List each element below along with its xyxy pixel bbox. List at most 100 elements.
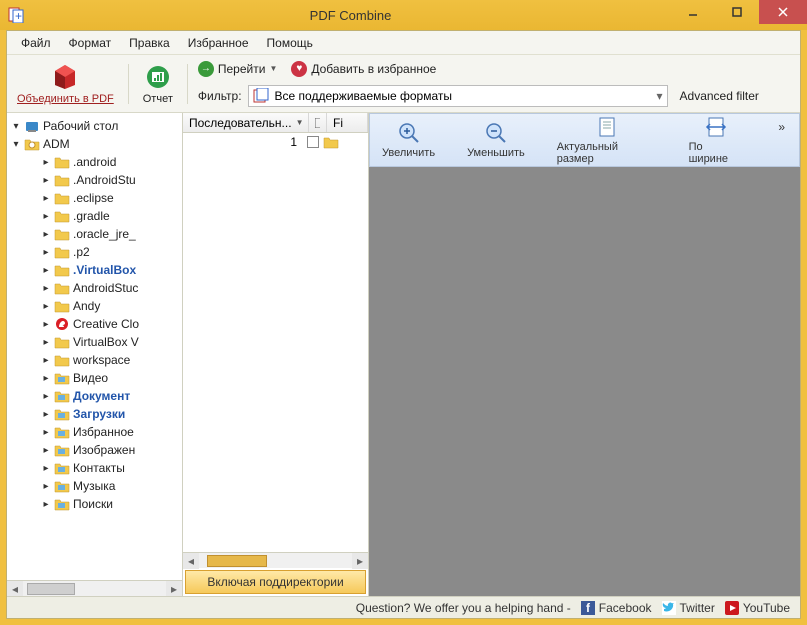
menu-format[interactable]: Формат (61, 33, 120, 53)
tree-item[interactable]: ▸.oracle_jre_ (7, 225, 182, 243)
zoom-out-button[interactable]: Уменьшить (461, 119, 531, 161)
row-checkbox[interactable] (307, 136, 319, 148)
expand-icon[interactable]: ▸ (41, 157, 51, 168)
tree-item-label: .android (73, 155, 116, 169)
tree-item[interactable]: ▸Загрузки (7, 405, 182, 423)
scroll-right-icon[interactable]: ▸ (352, 553, 368, 569)
tree-item[interactable]: ▸.gradle (7, 207, 182, 225)
expand-icon[interactable]: ▸ (41, 481, 51, 492)
facebook-link[interactable]: fFacebook (581, 601, 652, 615)
fit-width-icon (704, 115, 728, 139)
tree-item[interactable]: ▸Изображен (7, 441, 182, 459)
tree-item[interactable]: ▸ .android (7, 153, 182, 171)
status-question: Question? We offer you a helping hand - (356, 601, 571, 615)
twitter-link[interactable]: Twitter (662, 601, 715, 615)
expand-icon[interactable]: ▸ (41, 193, 51, 204)
menu-favorites[interactable]: Избранное (180, 33, 257, 53)
menu-edit[interactable]: Правка (121, 33, 178, 53)
fit-width-button[interactable]: По ширине (683, 113, 751, 167)
folder-icon (54, 155, 70, 169)
expand-icon[interactable]: ▾ (11, 139, 21, 150)
tree-h-scrollbar[interactable]: ◂ ▸ (7, 580, 182, 596)
advanced-filter-link[interactable]: Advanced filter (680, 89, 759, 103)
expand-icon[interactable]: ▸ (41, 265, 51, 276)
expand-icon[interactable]: ▸ (41, 355, 51, 366)
tree-item[interactable]: ▾Рабочий стол (7, 117, 182, 135)
tree-item[interactable]: ▸Поиски (7, 495, 182, 513)
folder-tree[interactable]: ▾Рабочий стол▾ADM▸.android▸.AndroidStu▸.… (7, 113, 182, 580)
col-fi[interactable]: Fi (327, 113, 368, 132)
tree-item[interactable]: ▸Документ (7, 387, 182, 405)
window-title: PDF Combine (30, 8, 671, 23)
folder-icon (54, 245, 70, 259)
folder-icon (54, 227, 70, 241)
list-h-scrollbar[interactable]: ◂ ▸ (183, 552, 368, 568)
scroll-thumb[interactable] (27, 583, 75, 595)
tree-item[interactable]: ▸Избранное (7, 423, 182, 441)
expand-icon[interactable]: ▾ (11, 121, 21, 132)
scroll-thumb[interactable] (207, 555, 267, 567)
tree-item[interactable]: ▸Видео (7, 369, 182, 387)
folder-icon (24, 137, 40, 151)
expand-icon[interactable]: ▸ (41, 391, 51, 402)
menu-file[interactable]: Файл (13, 33, 59, 53)
list-body[interactable]: 1 (183, 133, 368, 552)
expand-icon[interactable]: ▸ (41, 373, 51, 384)
expand-icon[interactable]: ▸ (41, 211, 51, 222)
filter-select[interactable]: Все поддерживаемые форматы ▾ (248, 85, 668, 107)
expand-icon[interactable]: ▸ (41, 445, 51, 456)
maximize-button[interactable] (715, 0, 759, 24)
menu-help[interactable]: Помощь (259, 33, 321, 53)
expand-icon[interactable]: ▸ (41, 229, 51, 240)
separator (128, 64, 129, 104)
tree-item[interactable]: ▸.AndroidStu (7, 171, 182, 189)
col-sequence[interactable]: Последовательн...▼ (183, 113, 309, 132)
expand-icon[interactable]: ▸ (41, 427, 51, 438)
expand-icon[interactable]: ▸ (41, 175, 51, 186)
zoom-in-button[interactable]: Увеличить (376, 119, 441, 161)
folder-icon (54, 389, 70, 403)
more-tools-button[interactable]: » (770, 120, 793, 134)
youtube-link[interactable]: YouTube (725, 601, 790, 615)
expand-icon[interactable]: ▸ (41, 499, 51, 510)
tree-item[interactable]: ▸ AndroidStuc (7, 279, 182, 297)
combine-pdf-button[interactable]: Объединить в PDF (13, 61, 118, 107)
tree-item[interactable]: ▸VirtualBox V (7, 333, 182, 351)
tree-item[interactable]: ▸Музыка (7, 477, 182, 495)
include-subdirs-button[interactable]: Включая поддиректории (185, 570, 366, 594)
go-button[interactable]: → Перейти ▼ (198, 61, 277, 77)
actual-size-button[interactable]: Актуальный размер (551, 113, 663, 167)
expand-icon[interactable]: ▸ (41, 319, 51, 330)
tree-item-label: Creative Clo (73, 317, 139, 331)
expand-icon[interactable]: ▸ (41, 247, 51, 258)
list-header[interactable]: Последовательн...▼ Fi (183, 113, 368, 133)
report-button[interactable]: Отчет (139, 61, 177, 107)
scroll-right-icon[interactable]: ▸ (166, 581, 182, 596)
tree-item[interactable]: ▸Andy (7, 297, 182, 315)
tree-item[interactable]: ▸Контакты (7, 459, 182, 477)
folder-icon (54, 371, 70, 385)
expand-icon[interactable]: ▸ (41, 409, 51, 420)
tree-item-label: AndroidStuc (73, 281, 138, 295)
folder-icon (54, 479, 70, 493)
tree-item[interactable]: ▸.p2 (7, 243, 182, 261)
list-row[interactable]: 1 (183, 133, 368, 151)
expand-icon[interactable]: ▸ (41, 283, 51, 294)
tree-item[interactable]: ▾ADM (7, 135, 182, 153)
tree-item[interactable]: ▸workspace (7, 351, 182, 369)
minimize-button[interactable] (671, 0, 715, 24)
expand-icon[interactable]: ▸ (41, 463, 51, 474)
expand-icon[interactable]: ▸ (41, 301, 51, 312)
col-check[interactable] (309, 113, 327, 132)
combine-pdf-label: Объединить в PDF (17, 93, 114, 105)
app-icon: + (8, 7, 24, 23)
close-button[interactable] (759, 0, 807, 24)
tree-item[interactable]: ▸.eclipse (7, 189, 182, 207)
expand-icon[interactable]: ▸ (41, 337, 51, 348)
tree-item[interactable]: ▸ Creative Clo (7, 315, 182, 333)
scroll-left-icon[interactable]: ◂ (183, 553, 199, 569)
tree-item[interactable]: ▸.VirtualBox (7, 261, 182, 279)
add-favorite-button[interactable]: ♥ Добавить в избранное (291, 61, 436, 77)
scroll-left-icon[interactable]: ◂ (7, 581, 23, 596)
filter-label: Фильтр: (198, 89, 242, 103)
